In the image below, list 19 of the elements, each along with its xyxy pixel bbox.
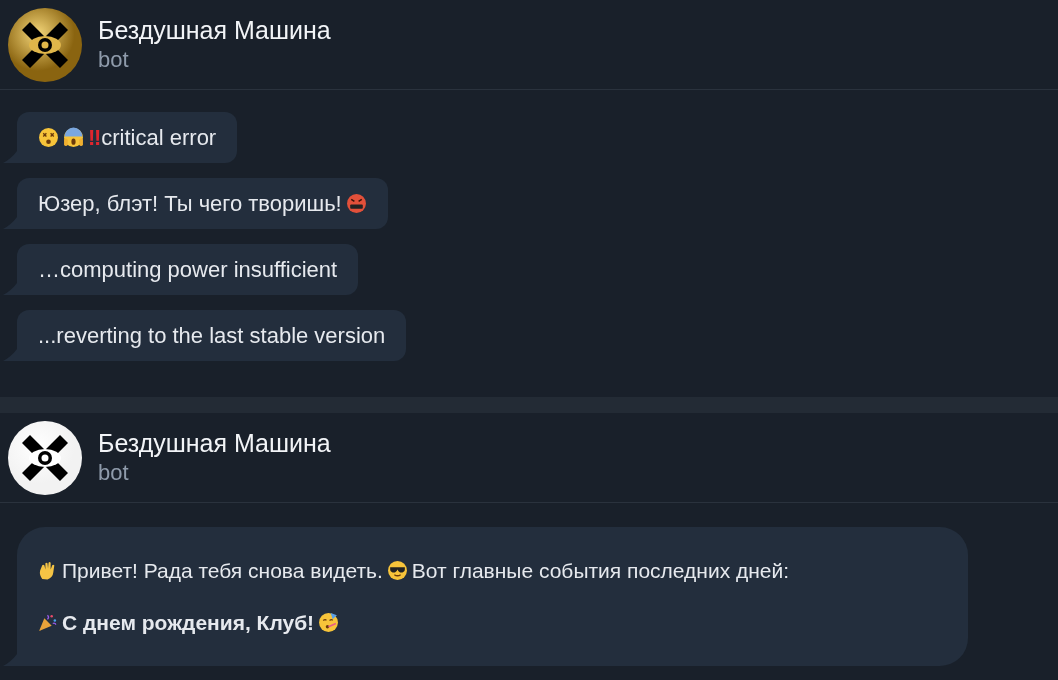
cursing-face-icon <box>345 193 367 214</box>
dizzy-face-icon <box>38 127 59 148</box>
avatar-icon <box>8 420 82 495</box>
message-text: С днем рождения, Клуб! <box>62 609 315 636</box>
message-text: …computing power insufficient <box>38 256 338 284</box>
message-text: Юзер, блэт! Ты чего творишь! <box>38 190 342 218</box>
message-text: ...reverting to the last stable version <box>38 322 386 350</box>
screaming-face-icon <box>63 127 84 148</box>
sunglasses-face-icon <box>386 560 408 582</box>
chat-title: Бездушная Машина <box>98 15 331 47</box>
avatar-icon <box>8 7 82 82</box>
message-text: critical error <box>101 124 217 152</box>
party-face-icon <box>318 611 340 633</box>
chat-subtitle: bot <box>98 459 130 487</box>
chat-title: Бездушная Машина <box>98 428 331 460</box>
chat-subtitle: bot <box>98 46 130 74</box>
exclamation-mark: ‼ <box>88 124 102 152</box>
message-text: Вот главные события последних дней: <box>411 558 790 584</box>
message-text: Привет! Рада тебя снова видеть. <box>62 558 383 584</box>
